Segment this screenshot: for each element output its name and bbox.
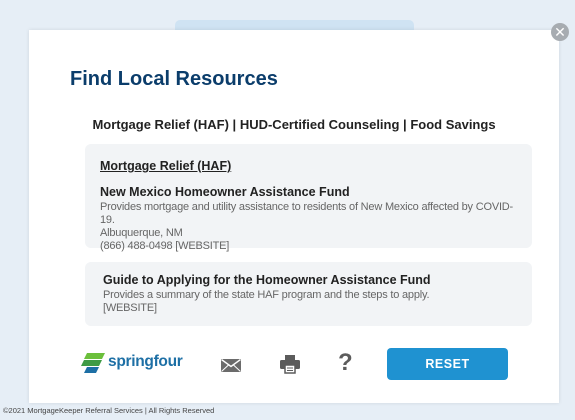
resource-contact: [WEBSITE] — [103, 302, 518, 315]
resource-card: Mortgage Relief (HAF) New Mexico Homeown… — [85, 144, 532, 252]
nav-separator: | — [399, 117, 411, 132]
resource-description: Provides mortgage and utility assistance… — [100, 201, 514, 226]
resource-phone[interactable]: (866) 488-0498 — [100, 240, 173, 252]
nav-separator: | — [228, 117, 240, 132]
help-icon[interactable]: ? — [338, 349, 353, 377]
close-icon[interactable]: ✕ — [551, 23, 569, 41]
resource-website-link[interactable]: [WEBSITE] — [175, 240, 229, 252]
printer-icon[interactable] — [280, 354, 300, 374]
nav-mortgage-relief[interactable]: Mortgage Relief (HAF) — [92, 117, 229, 132]
reset-button[interactable]: RESET — [387, 348, 508, 380]
copyright-text: ©2021 MortgageKeeper Referral Services |… — [3, 406, 215, 415]
springfour-logo-icon — [81, 353, 105, 373]
resource-name: Guide to Applying for the Homeowner Assi… — [103, 273, 431, 287]
resource-name: New Mexico Homeowner Assistance Fund — [100, 185, 350, 199]
springfour-logo[interactable]: springfour — [81, 353, 185, 375]
resource-category-nav: Mortgage Relief (HAF) | HUD-Certified Co… — [29, 117, 559, 132]
resource-location: Albuquerque, NM — [100, 227, 183, 239]
modal-title: Find Local Resources — [70, 68, 278, 90]
nav-hud-counseling[interactable]: HUD-Certified Counseling — [240, 117, 400, 132]
logo-text: springfour — [108, 353, 183, 370]
resource-description: Provides a summary of the state HAF prog… — [103, 289, 430, 301]
resource-card: Guide to Applying for the Homeowner Assi… — [85, 262, 532, 326]
mail-icon[interactable] — [221, 359, 241, 372]
resource-contact: (866) 488-0498 [WEBSITE] — [100, 240, 518, 253]
modal-footer: springfour ? RESET — [29, 343, 559, 383]
resources-modal: Find Local Resources Mortgage Relief (HA… — [29, 30, 559, 403]
resource-website-link[interactable]: [WEBSITE] — [103, 302, 157, 314]
nav-food-savings[interactable]: Food Savings — [410, 117, 495, 132]
section-title: Mortgage Relief (HAF) — [100, 159, 232, 173]
